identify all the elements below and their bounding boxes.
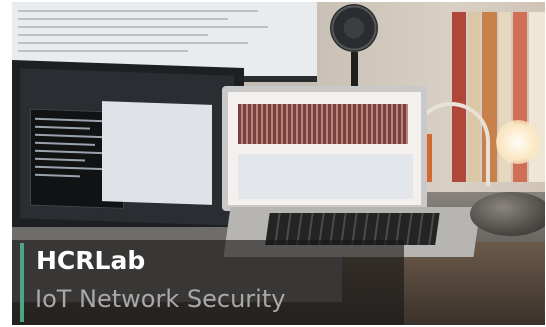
left-laptop — [12, 59, 244, 239]
caption-subtitle: IoT Network Security — [35, 285, 286, 313]
dialog-window — [102, 101, 212, 205]
left-laptop-screen — [20, 68, 234, 226]
caption-title: HCRLab — [36, 246, 146, 275]
smart-speaker — [470, 192, 545, 236]
right-laptop-screen — [228, 92, 421, 205]
packet-capture-view — [238, 104, 408, 144]
smart-bulb — [496, 120, 540, 164]
packet-detail-pane — [238, 154, 413, 199]
right-laptop — [222, 86, 427, 211]
caption-accent-bar — [20, 243, 24, 322]
video-frame: HCRLab IoT Network Security — [0, 0, 546, 327]
desk-fan — [330, 4, 378, 52]
